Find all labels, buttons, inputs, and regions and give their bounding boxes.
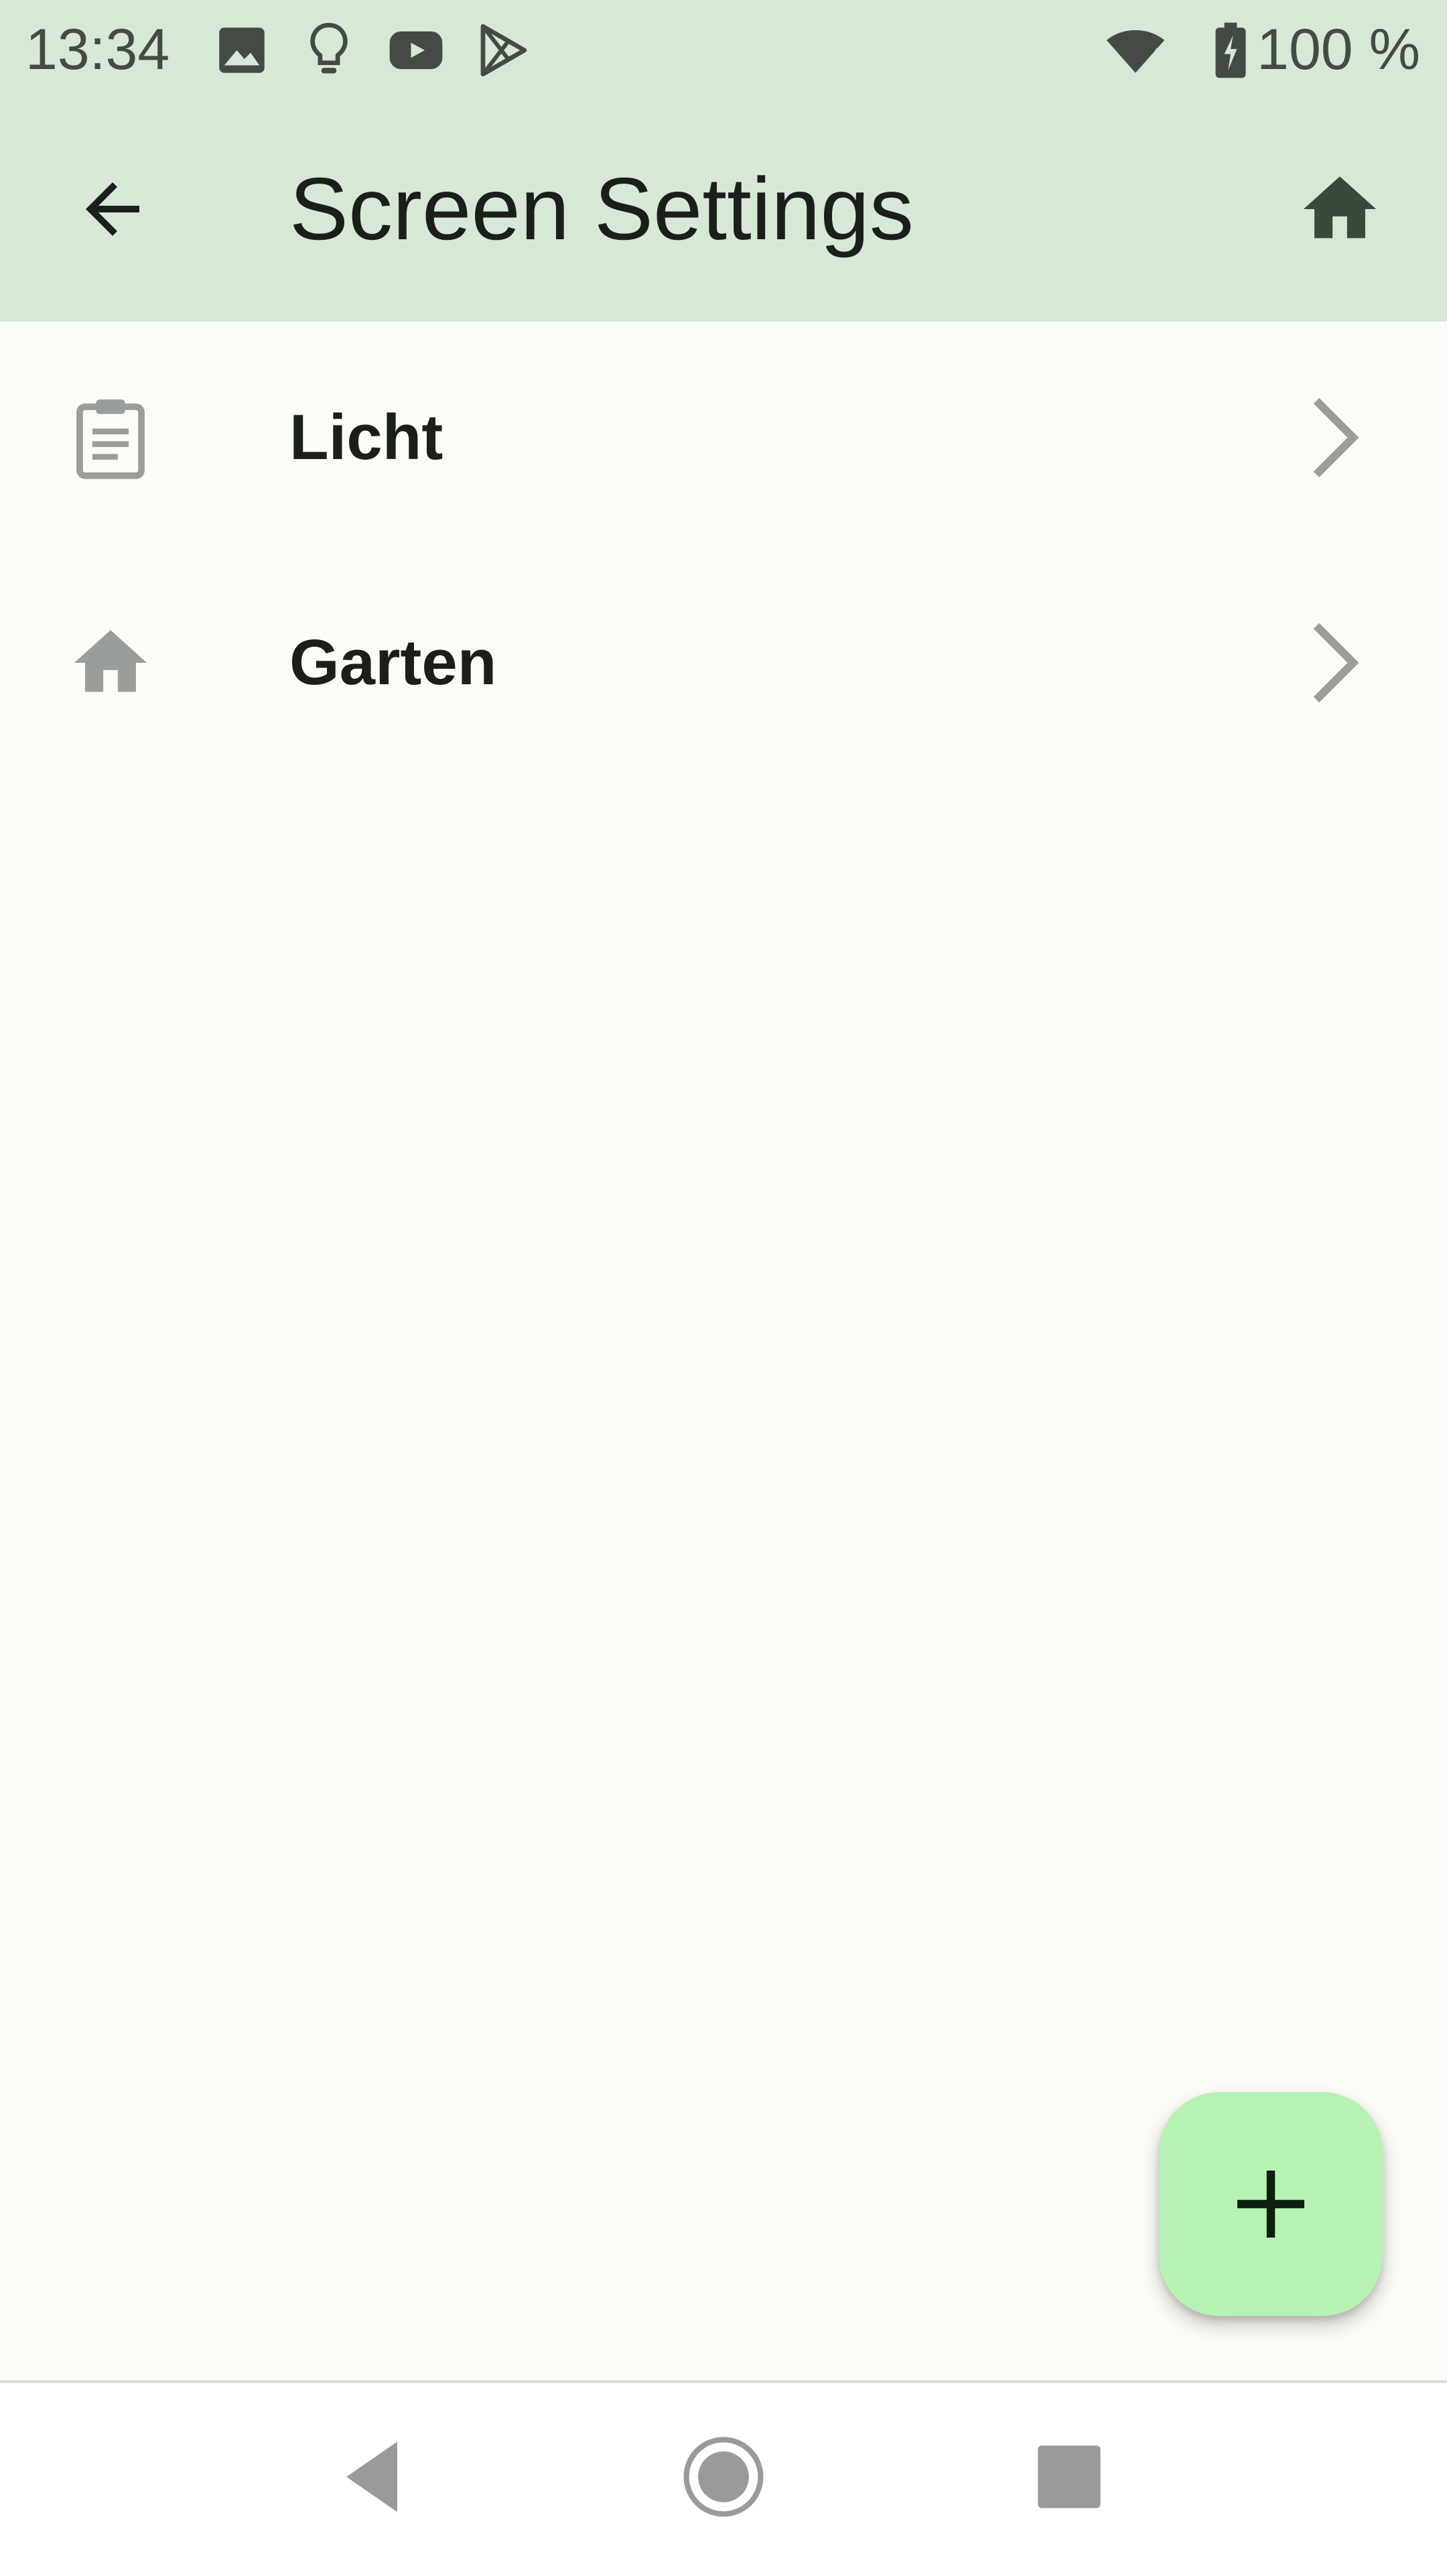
battery-percentage: 100 % [1257,17,1420,82]
youtube-icon [386,20,446,80]
play-store-icon [473,20,533,80]
nav-back-icon [346,2441,397,2512]
back-button[interactable] [59,155,166,263]
battery-charging-icon [1207,20,1254,80]
nav-recents-icon [1038,2445,1101,2508]
nav-home-button[interactable] [670,2423,777,2530]
list-item-garten[interactable]: Garten [0,547,1447,772]
home-button[interactable] [1286,155,1393,263]
add-button[interactable] [1159,2092,1383,2316]
chevron-right-icon [1293,394,1373,481]
list-item-licht[interactable]: Licht [0,322,1447,547]
home-icon [67,619,154,706]
image-icon [212,20,272,80]
arrow-back-icon [86,182,139,236]
screen-list: Licht Garten [0,322,1447,772]
status-time: 13:34 [25,17,170,82]
status-bar: 13:34 100 % [0,0,1447,101]
lightbulb-icon [299,20,359,80]
page-title: Screen Settings [289,159,914,258]
home-icon [1303,176,1377,239]
nav-recents-button[interactable] [1016,2423,1123,2530]
wifi-icon [1105,20,1166,80]
clipboard-icon [67,394,154,481]
plus-icon [1237,2171,1304,2238]
chevron-right-icon [1293,619,1373,706]
nav-back-button[interactable] [320,2423,427,2530]
list-item-label: Licht [289,401,443,473]
list-item-label: Garten [289,627,497,698]
nav-home-icon [683,2437,764,2517]
system-nav-bar [0,2380,1447,2576]
